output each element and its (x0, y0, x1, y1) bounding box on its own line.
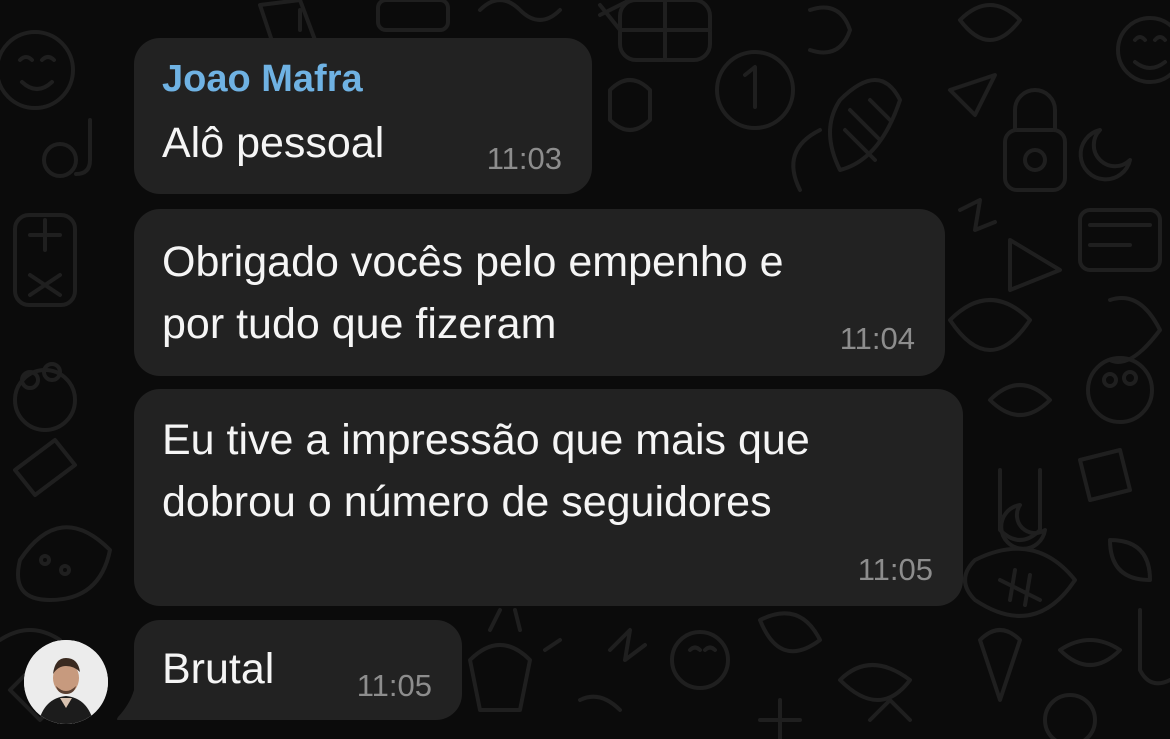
message-text: Brutal (162, 645, 275, 693)
message-bubble[interactable]: Obrigado vocês pelo empenho e por tudo q… (134, 209, 945, 376)
message-text: Eu tive a impressão que mais que dobrou … (162, 409, 810, 533)
sender-name[interactable]: Joao Mafra (162, 58, 363, 101)
message-timestamp: 11:03 (486, 141, 562, 176)
message-timestamp: 11:05 (857, 552, 933, 587)
message-bubble[interactable]: Eu tive a impressão que mais que dobrou … (134, 389, 963, 606)
message-timestamp: 11:05 (356, 668, 432, 703)
message-line: dobrou o número de seguidores (162, 478, 772, 526)
message-bubble[interactable]: Brutal 11:05 (134, 620, 462, 720)
message-text: Alô pessoal (162, 119, 385, 167)
message-line: por tudo que fizeram (162, 300, 557, 348)
message-line: Obrigado vocês pelo empenho e (162, 238, 784, 286)
message-timestamp: 11:04 (839, 321, 915, 356)
message-line: Eu tive a impressão que mais que (162, 416, 810, 464)
message-bubble[interactable]: Joao Mafra Alô pessoal 11:03 (134, 38, 592, 194)
sender-avatar[interactable] (24, 640, 108, 724)
avatar-icon (24, 640, 108, 724)
message-text: Obrigado vocês pelo empenho e por tudo q… (162, 231, 784, 355)
